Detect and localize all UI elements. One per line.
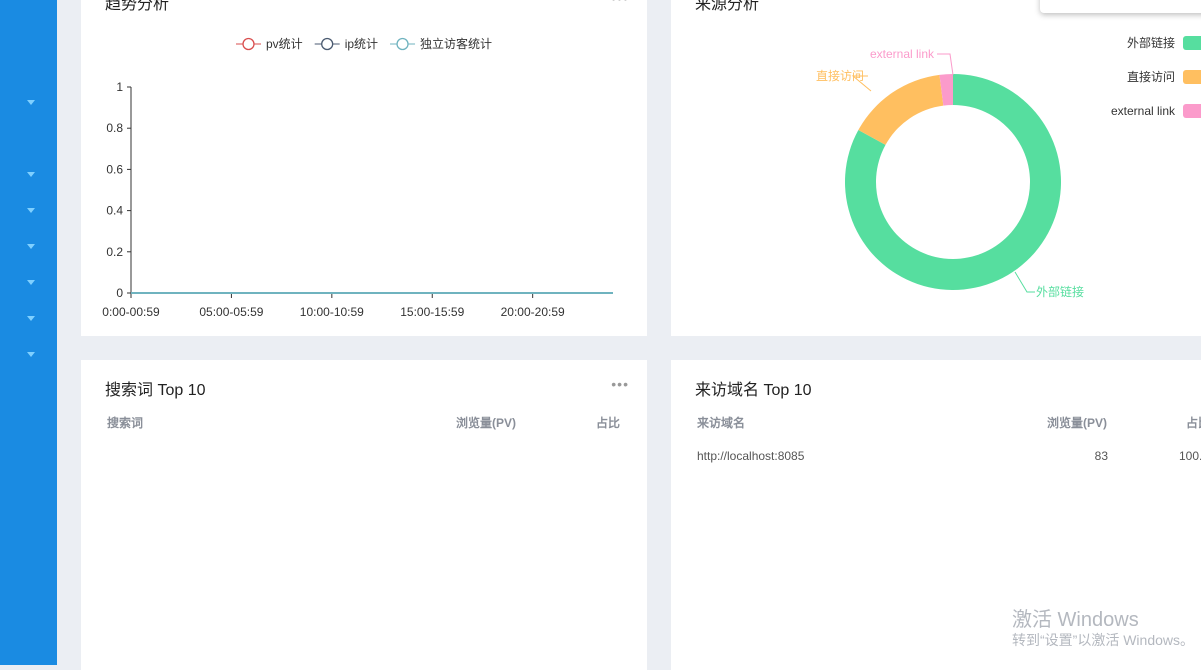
expand-caret-icon[interactable] [27, 280, 35, 285]
legend-label: 独立访客统计 [420, 36, 492, 51]
table-cell-pv: 83 [1094, 449, 1108, 463]
card-title: 搜索词 Top 10 [105, 382, 206, 399]
legend-label: 外部链接 [1127, 35, 1175, 50]
legend-swatch [1183, 104, 1201, 118]
expand-caret-icon[interactable] [27, 100, 35, 105]
legend-label: external link [1111, 104, 1176, 118]
x-tick-label: 10:00-10:59 [300, 305, 364, 319]
column-header: 浏览量(PV) [456, 416, 517, 430]
x-tick-label: 20:00-20:59 [501, 305, 565, 319]
column-header: 来访域名 [697, 416, 746, 430]
legend-swatch [1183, 70, 1201, 84]
pie-label-line [937, 53, 954, 76]
source-pie-chart: 外部链接外部链接直接访问 直接访问external linkexternal li… [816, 35, 1201, 299]
y-tick-label: 0.8 [106, 121, 123, 135]
legend-swatch [1183, 36, 1201, 50]
legend-marker-icon [242, 37, 255, 51]
trend-card: 趋势分析 ••• pv统计ip统计独立访客统计00.20.40.60.810:0… [81, 0, 647, 336]
column-header: 浏览量(PV) [1047, 416, 1108, 430]
legend-marker-icon [321, 37, 334, 51]
y-tick-label: 0.4 [106, 204, 123, 218]
expand-caret-icon[interactable] [27, 352, 35, 357]
table-cell-domain[interactable]: http://localhost:8085 [697, 449, 804, 463]
column-header: 占比 [1186, 416, 1201, 430]
trend-chart: pv统计 ip统计 独立访客统计 0 0.2 0.4 0.6 0.8 1 0:00-00:59 05… [102, 36, 613, 319]
legend-label: 直接访问 [1127, 69, 1175, 84]
legend-label: ip统计 [345, 37, 378, 51]
y-tick-label: 1 [116, 80, 123, 94]
y-tick-label: 0.6 [106, 162, 123, 176]
table-cell-ratio: 100.0% [1179, 449, 1201, 463]
expand-caret-icon[interactable] [27, 208, 35, 213]
activation-watermark: 激活 Windows [1012, 609, 1139, 631]
source-card: 来源分析 外部链接 外部链接 直接访问 直接访问 external link extern… [671, 0, 1201, 336]
sidebar [0, 0, 57, 665]
notification-popup[interactable] [1040, 0, 1201, 13]
pie-label-line [1014, 271, 1035, 293]
more-icon[interactable]: ••• [611, 376, 629, 392]
y-tick-label: 0.2 [106, 245, 123, 259]
column-header: 搜索词 [107, 416, 144, 430]
legend-label: pv统计 [266, 37, 303, 51]
pie-label: external link [870, 47, 935, 61]
card-title: 来访域名 Top 10 [695, 382, 812, 399]
pie-slice [858, 74, 944, 145]
activation-watermark-hint: 转到“设置”以激活 Windows。 [1012, 632, 1195, 648]
search-terms-card: 搜索词 Top 10 ••• 搜索词 浏览量(PV) 占比 [81, 360, 647, 670]
expand-caret-icon[interactable] [27, 172, 35, 177]
x-tick-label: 15:00-15:59 [400, 305, 464, 319]
expand-caret-icon[interactable] [27, 244, 35, 249]
legend-marker-icon [396, 37, 409, 51]
expand-caret-icon[interactable] [27, 316, 35, 321]
column-header: 占比 [596, 416, 621, 430]
pie-label: 直接访问 [816, 68, 864, 83]
x-tick-label: 0:00-00:59 [102, 305, 160, 319]
pie-label: 外部链接 [1036, 284, 1084, 299]
y-tick-label: 0 [116, 286, 123, 300]
x-tick-label: 05:00-05:59 [199, 305, 263, 319]
